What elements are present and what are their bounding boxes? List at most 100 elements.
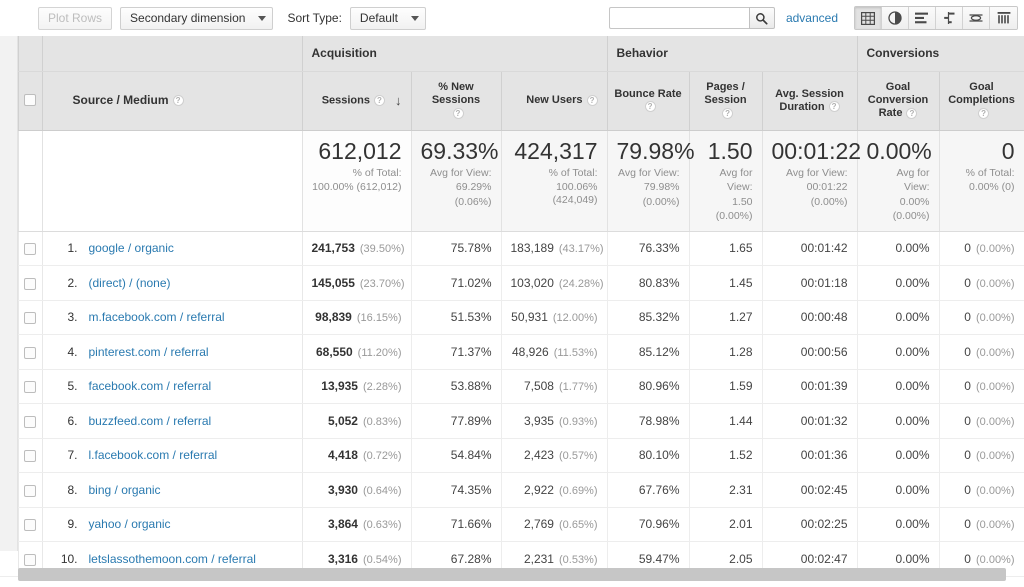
row-checkbox[interactable]: [24, 243, 36, 256]
table-body: 1. google / organic 241,753 (39.50%) 75.78% 1…: [0, 231, 1024, 577]
row-checkbox[interactable]: [24, 312, 36, 325]
row-checkbox-cell[interactable]: [18, 334, 43, 370]
secondary-dimension-dropdown[interactable]: Secondary dimension: [120, 6, 274, 30]
sort-type-dropdown[interactable]: Default: [349, 6, 426, 30]
cell-bounce-rate: 70.96%: [607, 507, 690, 542]
goal-completions-value: 0: [964, 275, 971, 290]
row-checkbox-cell[interactable]: [18, 438, 43, 473]
row-checkbox[interactable]: [24, 484, 36, 497]
row-checkbox[interactable]: [24, 346, 36, 359]
table-row: 2. (direct) / (none) 145,055 (23.70%) 71.02%…: [0, 265, 1024, 301]
help-icon[interactable]: ?: [172, 95, 184, 107]
cell-bounce-rate: 76.33%: [607, 231, 690, 266]
col-bounce-rate[interactable]: Bounce Rate ?: [607, 71, 690, 131]
row-checkbox[interactable]: [24, 415, 36, 428]
col-goal-completions[interactable]: Goal Completions ?: [939, 71, 1024, 131]
help-icon[interactable]: ?: [644, 101, 656, 113]
row-checkbox-cell[interactable]: [18, 472, 43, 508]
source-medium-link[interactable]: pinterest.com / referral: [89, 345, 209, 359]
goal-completions-percent: (0.00%): [975, 519, 1015, 532]
pivot-view-icon[interactable]: [963, 7, 990, 29]
cell-sessions: 68,550 (11.20%): [302, 334, 412, 370]
col-avg-session-duration[interactable]: Avg. Session Duration?: [762, 71, 858, 131]
goal-rate-value: 0.00%: [895, 448, 930, 463]
advanced-link[interactable]: advanced: [786, 11, 838, 25]
row-checkbox[interactable]: [24, 450, 36, 463]
sessions-value: 3,316: [327, 551, 358, 566]
sessions-percent: (2.28%): [362, 381, 402, 394]
help-icon[interactable]: ?: [452, 107, 464, 119]
group-acquisition: Acquisition: [302, 36, 608, 72]
cell-pages-session: 1.28: [689, 334, 763, 370]
row-checkbox[interactable]: [24, 381, 36, 394]
sessions-percent: (0.72%): [362, 450, 402, 463]
col-new-sessions-pct[interactable]: % New Sessions ?: [411, 71, 502, 131]
source-medium-link[interactable]: yahoo / organic: [89, 517, 171, 531]
source-medium-link[interactable]: m.facebook.com / referral: [89, 310, 225, 324]
horizontal-scrollbar[interactable]: [18, 568, 1006, 581]
help-icon[interactable]: ?: [828, 101, 840, 113]
cell-goal-completions: 0 (0.00%): [939, 472, 1024, 508]
summary-sessions-value: 612,012: [318, 137, 402, 164]
help-icon[interactable]: ?: [586, 94, 598, 106]
row-checkbox-cell[interactable]: [18, 403, 43, 439]
cell-goal-rate: 0.00%: [857, 438, 940, 473]
sort-descending-icon[interactable]: ↓: [395, 94, 402, 107]
row-checkbox[interactable]: [24, 277, 36, 290]
summary-row: 612,012 % of Total: 100.00% (612,012) 69…: [0, 130, 1024, 232]
row-checkbox-cell[interactable]: [18, 265, 43, 301]
percentage-pie-view-icon[interactable]: [882, 7, 909, 29]
performance-bar-view-icon[interactable]: [909, 7, 936, 29]
row-checkbox[interactable]: [24, 519, 36, 532]
summary-avg-duration-value: 00:01:22: [771, 137, 862, 164]
source-medium-link[interactable]: buzzfeed.com / referral: [89, 414, 212, 428]
col-pages-session[interactable]: Pages / Session ?: [689, 71, 763, 131]
search-button[interactable]: [748, 7, 775, 29]
help-icon[interactable]: ?: [906, 107, 918, 119]
row-dimension-cell: 4. pinterest.com / referral: [42, 334, 303, 370]
goal-completions-percent: (0.00%): [975, 381, 1015, 394]
comparison-view-icon[interactable]: [936, 7, 963, 29]
source-medium-link[interactable]: letslassothemoon.com / referral: [89, 552, 256, 566]
sessions-value: 241,753: [311, 241, 355, 256]
plot-rows-button[interactable]: Plot Rows: [38, 6, 113, 30]
cell-avg-duration: 00:00:56: [762, 334, 858, 370]
select-all-checkbox[interactable]: [24, 94, 36, 107]
col-source-medium[interactable]: Source / Medium?: [42, 71, 303, 131]
col-sessions-label: Sessions: [321, 94, 370, 107]
source-medium-link[interactable]: bing / organic: [89, 483, 161, 497]
new-users-percent: (0.69%): [558, 484, 598, 497]
cell-bounce-rate: 78.98%: [607, 403, 690, 439]
row-checkbox-cell[interactable]: [18, 300, 43, 335]
col-sessions[interactable]: Sessions? ↓: [302, 71, 412, 131]
col-goal-conversion-rate[interactable]: Goal Conversion Rate?: [857, 71, 940, 131]
new-sessions-pct-value: 74.35%: [450, 482, 492, 497]
table-row: 7. l.facebook.com / referral 4,418 (0.72%) 5…: [0, 438, 1024, 473]
row-checkbox-cell[interactable]: [18, 369, 43, 404]
help-icon[interactable]: ?: [978, 107, 990, 119]
col-new-users[interactable]: New Users?: [501, 71, 608, 131]
help-icon[interactable]: ?: [374, 94, 385, 106]
help-icon[interactable]: ?: [722, 107, 734, 119]
table-row: 6. buzzfeed.com / referral 5,052 (0.83%) 77.…: [0, 403, 1024, 439]
pages-session-value: 2.31: [729, 482, 753, 497]
summary-goal-rate: 0.00% Avg for View: 0.00% (0.00%): [857, 130, 940, 232]
goal-completions-percent: (0.00%): [975, 415, 1015, 428]
search-input[interactable]: [608, 7, 749, 29]
source-medium-link[interactable]: (direct) / (none): [89, 276, 171, 290]
source-medium-link[interactable]: facebook.com / referral: [89, 379, 212, 393]
pages-session-value: 1.52: [729, 448, 753, 463]
row-checkbox[interactable]: [24, 553, 36, 566]
row-checkbox-cell[interactable]: [18, 231, 43, 266]
source-medium-link[interactable]: google / organic: [89, 241, 174, 255]
summary-goal-rate-value: 0.00%: [866, 137, 932, 164]
goal-rate-value: 0.00%: [895, 413, 930, 428]
pages-session-value: 1.44: [729, 413, 753, 428]
row-index: 3.: [67, 310, 78, 325]
terms-cloud-view-icon[interactable]: [990, 7, 1017, 29]
row-index: 10.: [60, 551, 78, 566]
table-view-icon[interactable]: [855, 7, 882, 29]
source-medium-link[interactable]: l.facebook.com / referral: [89, 448, 218, 462]
row-checkbox-cell[interactable]: [18, 507, 43, 542]
cell-pages-session: 1.45: [689, 265, 763, 301]
